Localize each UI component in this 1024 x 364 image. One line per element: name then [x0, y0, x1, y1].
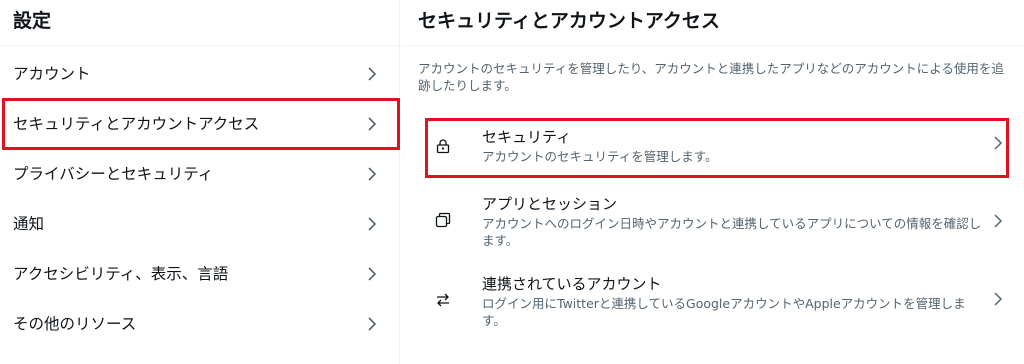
sidebar-item-label: アクセシビリティ、表示、言語 [13, 265, 229, 283]
chevron-right-icon [994, 136, 1003, 150]
option-title: セキュリティ [482, 128, 572, 146]
header-divider [401, 45, 1024, 46]
option-security[interactable]: セキュリティ アカウントのセキュリティを管理します。 [425, 118, 1009, 178]
chevron-right-icon [368, 217, 377, 231]
sidebar-header-divider [0, 45, 400, 46]
copy-icon [435, 212, 451, 228]
sidebar-item-label: プライバシーとセキュリティ [13, 165, 214, 183]
option-apps-and-sessions[interactable]: アプリとセッション アカウントへのログイン日時やアカウントと連携しているアプリに… [425, 188, 1009, 254]
sidebar-title: 設定 [13, 10, 52, 32]
chevron-right-icon [368, 167, 377, 181]
sidebar-item-account[interactable]: アカウント [0, 49, 399, 99]
option-connected-accounts[interactable]: 連携されているアカウント ログイン用にTwitterと連携しているGoogleア… [425, 268, 1009, 334]
sidebar-item-security-and-account-access[interactable]: セキュリティとアカウントアクセス [2, 98, 400, 150]
sidebar-item-privacy-and-safety[interactable]: プライバシーとセキュリティ [0, 149, 399, 199]
sidebar-item-label: アカウント [13, 65, 91, 83]
chevron-right-icon [994, 292, 1003, 306]
option-subtitle: ログイン用にTwitterと連携しているGoogleアカウントやAppleアカウ… [482, 296, 966, 328]
option-title: アプリとセッション [482, 195, 618, 213]
lock-icon [436, 139, 450, 154]
option-title: 連携されているアカウント [482, 275, 662, 293]
chevron-right-icon [994, 214, 1003, 228]
chevron-right-icon [368, 317, 377, 331]
security-detail-panel: セキュリティとアカウントアクセス アカウントのセキュリティを管理したり、アカウン… [401, 0, 1024, 364]
page-description: アカウントのセキュリティを管理したり、アカウントと連携したアプリなどのアカウント… [418, 61, 1004, 93]
sidebar-item-notifications[interactable]: 通知 [0, 199, 399, 249]
option-subtitle: アカウントのセキュリティを管理します。 [482, 149, 718, 164]
sidebar-item-label: 通知 [13, 215, 45, 233]
sidebar-item-label: セキュリティとアカウントアクセス [13, 115, 260, 133]
chevron-right-icon [368, 267, 377, 281]
chevron-right-icon [368, 117, 377, 131]
page-title: セキュリティとアカウントアクセス [418, 10, 720, 32]
sidebar-item-accessibility-display-languages[interactable]: アクセシビリティ、表示、言語 [0, 249, 399, 299]
sidebar-item-label: その他のリソース [13, 315, 137, 333]
swap-arrows-icon [437, 293, 449, 307]
settings-sidebar: 設定 アカウント セキュリティとアカウントアクセス プライバシーとセキュリティ … [0, 0, 400, 364]
chevron-right-icon [368, 67, 377, 81]
sidebar-item-additional-resources[interactable]: その他のリソース [0, 299, 399, 349]
option-subtitle: アカウントへのログイン日時やアカウントと連携しているアプリについての情報を確認し… [482, 216, 982, 248]
